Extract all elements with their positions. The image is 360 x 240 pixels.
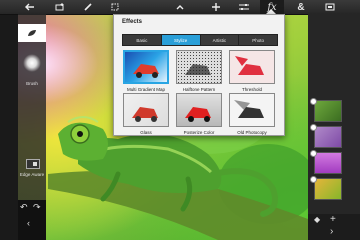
edge-aware-toggle[interactable] (26, 159, 40, 169)
effect-halftone-pattern[interactable]: Halftone Pattern (174, 50, 224, 92)
right-bottom-bar: ◆ + › (308, 214, 360, 240)
add-layer-icon[interactable]: + (330, 214, 336, 225)
layer-thumb-3[interactable] (314, 152, 342, 174)
effect-multi-gradient-map[interactable]: Multi Gradient Map (121, 50, 171, 92)
blend-ampersand-icon[interactable]: & (289, 0, 313, 14)
edge-aware-label: Edge Aware (19, 172, 45, 177)
add-image-icon[interactable] (48, 0, 72, 14)
brush-tool-icon[interactable] (76, 0, 100, 14)
effect-old-photocopy[interactable]: Old Photocopy (227, 93, 277, 135)
effect-threshold[interactable]: Threshold (227, 50, 277, 92)
tab-artistic[interactable]: Artistic (200, 35, 240, 45)
select-tool-icon[interactable] (104, 0, 128, 14)
effects-popup: Effects Basic Stylize Artistic Photo Mul… (113, 14, 285, 136)
leaf-brush-icon (28, 30, 36, 36)
collapse-chevron-icon[interactable] (168, 0, 192, 14)
effects-title: Effects (122, 19, 143, 25)
eraser-tool-button[interactable] (18, 24, 46, 42)
layer-handle[interactable] (310, 124, 317, 131)
effect-label: Halftone Pattern (182, 87, 216, 92)
chevron-right-icon[interactable]: › (330, 226, 333, 237)
layer-thumb-2[interactable] (314, 126, 342, 148)
effect-label: Multi Gradient Map (126, 87, 165, 92)
tab-basic[interactable]: Basic (123, 35, 162, 45)
effect-posterize-color[interactable]: Posterize Color (174, 93, 224, 135)
layer-handle[interactable] (310, 98, 317, 105)
layers-stack-icon[interactable]: ◆ (314, 215, 320, 224)
layer-handle[interactable] (310, 176, 317, 183)
tab-photo[interactable]: Photo (239, 35, 277, 45)
layer-thumb-1[interactable] (314, 100, 342, 122)
layer-thumb-4[interactable] (314, 178, 342, 200)
effect-label: Posterize Color (183, 130, 215, 135)
left-tool-panel: Brush Edge Aware (18, 14, 46, 214)
redo-icon[interactable]: ↷ (33, 202, 41, 213)
undo-icon[interactable]: ↶ (20, 202, 28, 213)
effect-label: Glass (140, 130, 152, 135)
add-icon[interactable] (204, 0, 228, 14)
effect-label: Old Photocopy (237, 130, 267, 135)
effect-glass[interactable]: Glass (121, 93, 171, 135)
effects-tabs: Basic Stylize Artistic Photo (122, 34, 278, 46)
adjustments-icon[interactable] (232, 0, 256, 14)
effect-label: Threshold (241, 87, 262, 92)
top-toolbar: fx & (0, 0, 360, 15)
brush-label: Brush (26, 81, 38, 86)
chevron-left-icon[interactable]: ‹ (27, 218, 30, 228)
left-bottom-bar: ↶ ↷ ‹ (18, 200, 46, 240)
back-arrow-icon[interactable] (18, 0, 42, 14)
fullscreen-icon[interactable] (318, 0, 342, 14)
layer-handle[interactable] (310, 150, 317, 157)
brush-size-preview[interactable] (23, 54, 41, 72)
tab-stylize[interactable]: Stylize (161, 35, 201, 45)
